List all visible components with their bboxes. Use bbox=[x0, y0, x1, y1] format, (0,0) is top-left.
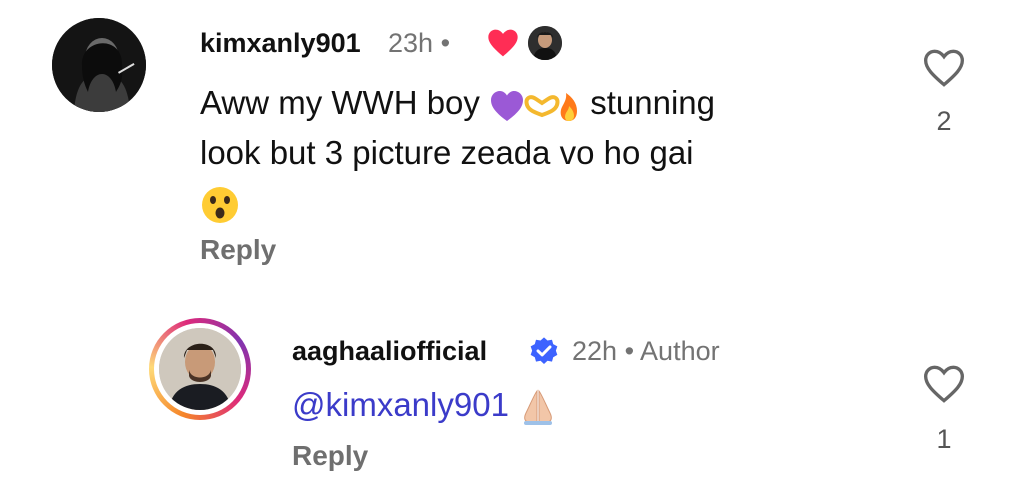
comment-time: 22h bbox=[572, 336, 618, 366]
avatar-image bbox=[159, 328, 241, 410]
story-ring[interactable] bbox=[149, 318, 251, 420]
comment-text-line2: look but 3 picture zeada vo ho gai bbox=[200, 134, 694, 171]
author-mini-avatar bbox=[528, 26, 562, 60]
emoji-group-icon bbox=[491, 91, 578, 122]
mention-link[interactable]: @kimxanly901 bbox=[292, 386, 509, 423]
reply-button[interactable]: Reply bbox=[292, 440, 368, 472]
comment-text-line1-end: stunning bbox=[590, 84, 716, 121]
avatar bbox=[159, 328, 241, 410]
comment-username[interactable]: aaghaaliofficial bbox=[292, 336, 487, 367]
story-ring-inner bbox=[154, 323, 246, 415]
avatar-image bbox=[52, 18, 146, 112]
comment-time: 23h bbox=[388, 28, 434, 58]
heart-outline-icon[interactable] bbox=[922, 364, 966, 404]
astonished-face-emoji-icon bbox=[202, 187, 238, 224]
author-mini-avatar-image bbox=[528, 26, 562, 60]
reply-comment-item: aaghaaliofficial 22h • Author @kimxanly9… bbox=[0, 300, 1024, 490]
comment-meta: 22h • Author bbox=[572, 336, 720, 367]
comment-username[interactable]: kimxanly901 bbox=[200, 28, 361, 59]
meta-separator: • bbox=[624, 336, 635, 366]
author-label: Author bbox=[640, 336, 720, 366]
comment-text: @kimxanly901 bbox=[292, 380, 832, 430]
comment-text: Aww my WWH boy stunning look but 3 pictu… bbox=[200, 78, 860, 228]
folded-hands-emoji-icon bbox=[524, 389, 553, 426]
heart-outline-icon[interactable] bbox=[922, 48, 966, 88]
meta-separator: • bbox=[440, 28, 451, 58]
avatar[interactable] bbox=[52, 18, 146, 112]
comment-meta: 23h • bbox=[388, 28, 450, 59]
like-count: 2 bbox=[936, 106, 952, 136]
like-count: 1 bbox=[936, 424, 952, 454]
red-heart-icon bbox=[488, 29, 518, 57]
verified-badge-icon bbox=[530, 337, 558, 364]
comment-item: kimxanly901 23h • Aww my WWH boy stunnin… bbox=[0, 0, 1024, 290]
comment-text-line1: Aww my WWH boy bbox=[200, 84, 480, 121]
reply-button[interactable]: Reply bbox=[200, 234, 276, 266]
